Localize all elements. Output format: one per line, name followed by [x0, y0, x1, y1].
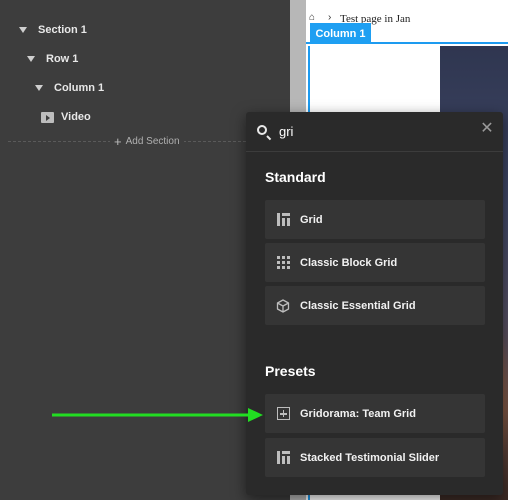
search-icon: [257, 125, 267, 135]
navigator-item-label: Section 1: [38, 24, 87, 36]
navigator-item-column[interactable]: Column 1: [35, 82, 104, 94]
chevron-right-icon: ›: [328, 12, 332, 23]
navigator-item-label: Row 1: [46, 53, 79, 65]
navigator-item-video[interactable]: Video: [41, 111, 91, 123]
home-icon[interactable]: ⌂: [309, 12, 315, 23]
element-item-gridorama-team-grid[interactable]: Gridorama: Team Grid: [265, 394, 485, 433]
navigator-item-section[interactable]: Section 1: [19, 24, 87, 36]
add-section-label: Add Section: [125, 136, 180, 147]
plus-icon: +: [114, 134, 122, 149]
collapse-triangle-icon[interactable]: [35, 85, 43, 91]
element-item-classic-block-grid[interactable]: Classic Block Grid: [265, 243, 485, 282]
group-heading-presets: Presets: [265, 363, 316, 379]
close-icon[interactable]: ✕: [480, 121, 494, 137]
element-search-popover: ✕ Standard Grid Classic Block Grid Class…: [246, 112, 503, 495]
navigator-item-label: Video: [61, 111, 91, 123]
collapse-triangle-icon[interactable]: [27, 56, 35, 62]
navigator-item-label: Column 1: [54, 82, 105, 94]
block-grid-icon: [276, 256, 290, 270]
grid-icon: [276, 213, 290, 227]
group-heading-standard: Standard: [265, 169, 326, 185]
cube-icon: [276, 298, 290, 313]
navigator-item-row[interactable]: Row 1: [27, 53, 78, 65]
collapse-triangle-icon[interactable]: [19, 27, 27, 33]
element-item-label: Grid: [300, 213, 323, 226]
element-item-grid[interactable]: Grid: [265, 200, 485, 239]
divider: [246, 151, 503, 152]
element-search-input[interactable]: [279, 121, 469, 141]
grid-icon: [276, 451, 290, 465]
element-item-stacked-testimonial-slider[interactable]: Stacked Testimonial Slider: [265, 438, 485, 477]
element-item-classic-essential-grid[interactable]: Classic Essential Grid: [265, 286, 485, 325]
column-badge[interactable]: Column 1: [310, 23, 371, 44]
annotation-arrow-icon: [52, 408, 263, 422]
element-item-label: Classic Essential Grid: [300, 299, 416, 312]
element-item-label: Gridorama: Team Grid: [300, 407, 416, 420]
plus-square-icon: [276, 407, 290, 421]
element-item-label: Stacked Testimonial Slider: [300, 451, 440, 464]
element-item-label: Classic Block Grid: [300, 256, 398, 269]
video-icon: [41, 111, 54, 123]
add-section-button[interactable]: + Add Section: [110, 134, 184, 149]
